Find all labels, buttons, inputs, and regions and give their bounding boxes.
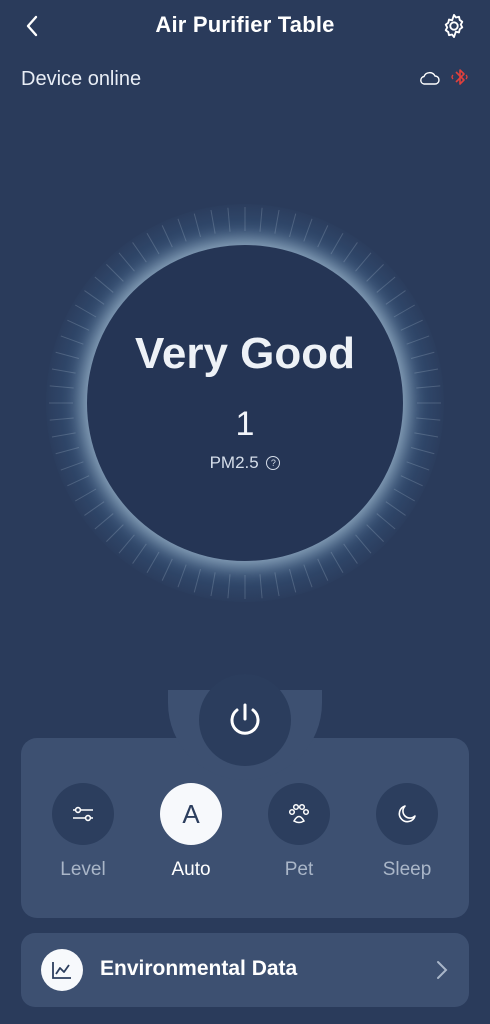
gauge-center: Very Good 1 PM2.5 ? <box>87 245 403 561</box>
paw-icon <box>288 803 310 824</box>
mode-label-pet: Pet <box>284 859 314 880</box>
mode-auto-button[interactable]: A Auto <box>159 783 223 881</box>
air-quality-gauge: Very Good 1 PM2.5 ? <box>46 204 444 602</box>
pm25-value: 1 <box>235 405 255 443</box>
mode-pet-button[interactable]: Pet <box>267 783 331 881</box>
air-quality-text: Very Good <box>134 329 356 378</box>
mode-label-level: Level <box>60 859 106 880</box>
page-title: Air Purifier Table <box>155 12 335 37</box>
cloud-icon <box>420 71 440 85</box>
gear-icon <box>444 13 464 39</box>
header-bar: Air Purifier Table <box>0 0 490 56</box>
env-icon-circle <box>41 949 83 991</box>
environmental-data-row[interactable]: Environmental Data <box>21 933 469 1007</box>
sliders-icon <box>73 806 93 822</box>
status-row: Device online <box>21 66 470 94</box>
pm25-label-row: PM2.5 ? <box>87 453 403 473</box>
mode-label-sleep: Sleep <box>382 859 432 880</box>
environmental-data-label: Environmental Data <box>100 957 298 980</box>
mode-level-button[interactable]: Level <box>51 783 115 881</box>
chevron-right-icon <box>437 961 448 979</box>
pm25-label: PM2.5 <box>209 453 259 472</box>
power-button[interactable] <box>199 674 291 766</box>
help-icon[interactable]: ? <box>266 456 281 470</box>
line-chart-icon <box>52 962 71 979</box>
device-status-text: Device online <box>21 68 142 90</box>
pet-mode-circle <box>268 783 330 845</box>
bluetooth-icon <box>451 69 468 85</box>
mode-label-auto: Auto <box>171 859 211 880</box>
level-mode-circle <box>52 783 114 845</box>
settings-button[interactable] <box>440 12 468 40</box>
sleep-mode-circle <box>376 783 438 845</box>
power-icon <box>230 703 260 735</box>
moon-icon <box>398 805 416 823</box>
mode-sleep-button[interactable]: Sleep <box>375 783 439 881</box>
auto-mode-circle: A <box>160 783 222 845</box>
